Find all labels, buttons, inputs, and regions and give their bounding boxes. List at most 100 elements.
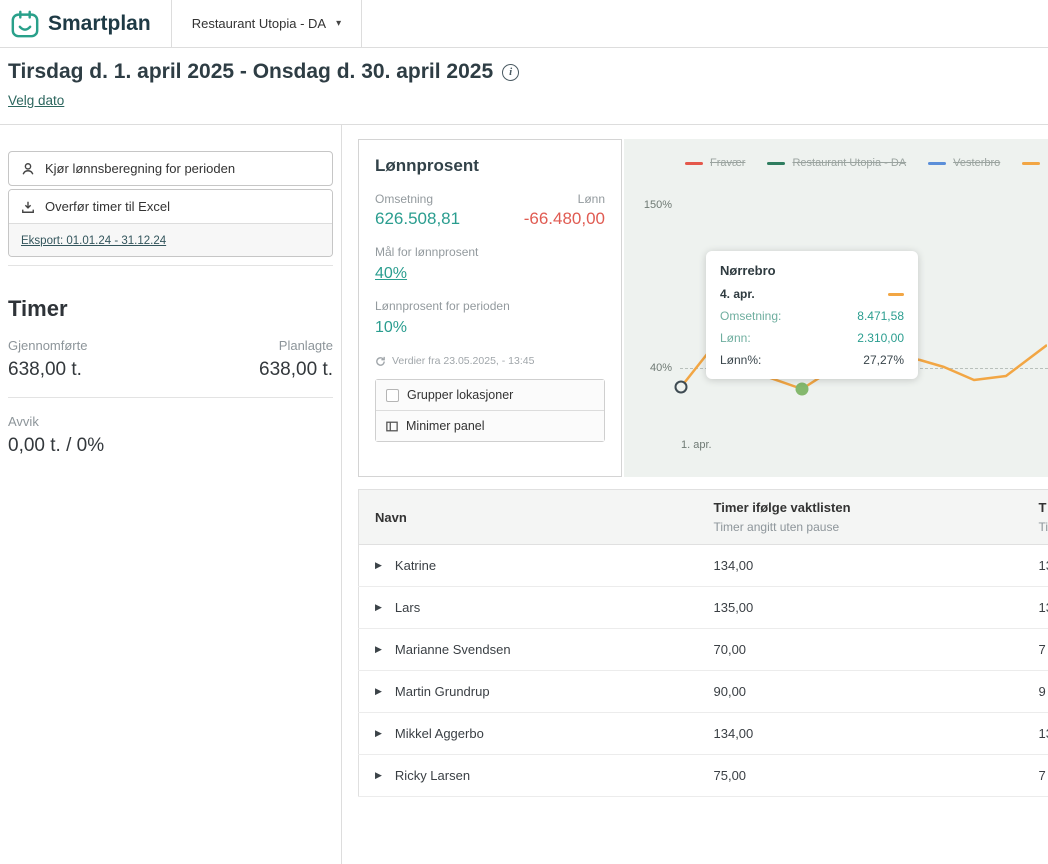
smartplan-calendar-icon [10, 9, 40, 39]
app-logo[interactable]: Smartplan [0, 0, 171, 47]
table-row[interactable]: ▶ Katrine 134,00 13 [359, 545, 1048, 587]
target-percent-label: Mål for lønnprosent [375, 245, 605, 259]
period-percent-label: Lønnprosent for perioden [375, 299, 605, 313]
planned-hours-label: Planlagte [279, 338, 333, 353]
minimize-panel-label: Minimer panel [406, 419, 485, 433]
card-title: Lønnprosent [375, 156, 605, 176]
refresh-icon [375, 356, 386, 367]
export-excel-button[interactable]: Overfør timer til Excel [9, 190, 332, 224]
tooltip-salary-label: Lønn: [720, 331, 751, 345]
table-row[interactable]: ▶ Mikkel Aggerbo 134,00 13 [359, 713, 1048, 755]
period-percent-value: 10% [375, 319, 605, 337]
timer-heading: Timer [8, 296, 333, 322]
employee-name: Mikkel Aggerbo [395, 726, 484, 741]
sidebar: Kjør lønnsberegning for perioden Overfør… [0, 125, 342, 864]
cutoff-value: 7 [1029, 629, 1048, 671]
scheduled-hours: 134,00 [698, 713, 1029, 755]
person-icon [21, 162, 35, 176]
cutoff-value: 13 [1029, 587, 1048, 629]
run-payroll-label: Kjør lønnsberegning for perioden [45, 161, 235, 176]
group-locations-label: Grupper lokasjoner [407, 388, 513, 402]
salary-label: Lønn [578, 192, 605, 206]
chevron-down-icon: ▾ [336, 18, 341, 29]
chart-tooltip: Nørrebro 4. apr. Omsetning: 8.471,58 Løn… [706, 251, 918, 379]
column-header-hours-subtitle: Timer angitt uten pause [714, 520, 1013, 534]
column-header-name: Navn [359, 490, 698, 545]
info-icon[interactable]: i [502, 64, 519, 81]
scheduled-hours: 134,00 [698, 545, 1029, 587]
expand-row-icon[interactable]: ▶ [375, 644, 382, 655]
export-group: Overfør timer til Excel Eksport: 01.01.2… [8, 189, 333, 257]
tooltip-percent-label: Lønn%: [720, 353, 761, 367]
planned-hours-value: 638,00 t. [259, 359, 333, 381]
salary-value: -66.480,00 [524, 209, 605, 229]
payroll-chart-panel: Fravær Restaurant Utopia - DA Vesterbro [624, 139, 1048, 477]
tooltip-location: Nørrebro [720, 263, 904, 278]
revenue-label: Omsetning [375, 192, 433, 206]
tooltip-salary-value: 2.310,00 [857, 331, 904, 345]
table-row[interactable]: ▶ Marianne Svendsen 70,00 7 [359, 629, 1048, 671]
content: Kjør lønnsberegning for perioden Overfør… [0, 125, 1048, 864]
completed-hours-label: Gjennomførte [8, 338, 87, 353]
cutoff-value: 13 [1029, 545, 1048, 587]
sidebar-divider [8, 265, 333, 266]
tooltip-percent-value: 27,27% [863, 353, 904, 367]
expand-row-icon[interactable]: ▶ [375, 602, 382, 613]
tooltip-revenue-label: Omsetning: [720, 309, 781, 323]
export-excel-label: Overfør timer til Excel [45, 199, 170, 214]
cutoff-value: 13 [1029, 713, 1048, 755]
minimize-panel-button[interactable]: Minimer panel [376, 410, 604, 441]
tooltip-revenue-value: 8.471,58 [857, 309, 904, 323]
expand-row-icon[interactable]: ▶ [375, 728, 382, 739]
table-row[interactable]: ▶ Ricky Larsen 75,00 7 [359, 755, 1048, 797]
brand-name: Smartplan [48, 12, 151, 36]
employee-name: Ricky Larsen [395, 768, 470, 783]
x-axis-tick: 1. apr. [681, 439, 712, 451]
period-header: Tirsdag d. 1. april 2025 - Onsdag d. 30.… [0, 48, 1048, 125]
revenue-value: 626.508,81 [375, 209, 460, 229]
completed-hours-value: 638,00 t. [8, 359, 82, 381]
target-percent-link[interactable]: 40% [375, 265, 407, 283]
group-locations-checkbox[interactable] [386, 389, 399, 402]
export-footer: Eksport: 01.01.24 - 31.12.24 [9, 224, 332, 256]
column-header-hours: Timer ifølge vaktlisten Timer angitt ute… [698, 490, 1029, 545]
cutoff-value: 7 [1029, 755, 1048, 797]
values-from-text: Verdier fra 23.05.2025, - 13:45 [392, 355, 534, 367]
employee-name: Lars [395, 600, 420, 615]
tooltip-series-dash-icon [888, 293, 904, 296]
deviation-value: 0,00 t. / 0% [8, 435, 333, 457]
table-row[interactable]: ▶ Lars 135,00 13 [359, 587, 1048, 629]
main-content: Lønnprosent Omsetning Lønn 626.508,81 -6… [342, 125, 1048, 864]
deviation-label: Avvik [8, 414, 333, 429]
date-range: Tirsdag d. 1. april 2025 - Onsdag d. 30.… [8, 60, 493, 84]
series-start-point [676, 382, 687, 393]
cutoff-value: 9 [1029, 671, 1048, 713]
employee-name: Martin Grundrup [395, 684, 490, 699]
employee-name: Marianne Svendsen [395, 642, 511, 657]
hovered-data-point[interactable] [796, 383, 809, 396]
scheduled-hours: 135,00 [698, 587, 1029, 629]
export-period-link[interactable]: Eksport: 01.01.24 - 31.12.24 [21, 235, 166, 247]
expand-row-icon[interactable]: ▶ [375, 560, 382, 571]
tooltip-date: 4. apr. [720, 287, 755, 301]
employee-hours-table: Navn Timer ifølge vaktlisten Timer angit… [358, 489, 1048, 797]
employee-name: Katrine [395, 558, 436, 573]
group-locations-toggle[interactable]: Grupper lokasjoner [376, 380, 604, 410]
page-title: Tirsdag d. 1. april 2025 - Onsdag d. 30.… [8, 60, 1040, 84]
panel-icon [386, 421, 398, 432]
table-header-row: Navn Timer ifølge vaktlisten Timer angit… [359, 490, 1048, 545]
scheduled-hours: 90,00 [698, 671, 1029, 713]
expand-row-icon[interactable]: ▶ [375, 770, 382, 781]
scheduled-hours: 70,00 [698, 629, 1029, 671]
location-label: Restaurant Utopia - DA [192, 16, 326, 31]
panel-actions: Grupper lokasjoner Minimer panel [375, 379, 605, 442]
expand-row-icon[interactable]: ▶ [375, 686, 382, 697]
table-row[interactable]: ▶ Martin Grundrup 90,00 9 [359, 671, 1048, 713]
payroll-percent-card: Lønnprosent Omsetning Lønn 626.508,81 -6… [358, 139, 622, 477]
scheduled-hours: 75,00 [698, 755, 1029, 797]
run-payroll-button[interactable]: Kjør lønnsberegning for perioden [8, 151, 333, 186]
sidebar-divider [8, 397, 333, 398]
download-icon [21, 200, 35, 214]
location-dropdown[interactable]: Restaurant Utopia - DA ▾ [171, 0, 362, 47]
choose-date-link[interactable]: Velg dato [8, 93, 64, 108]
